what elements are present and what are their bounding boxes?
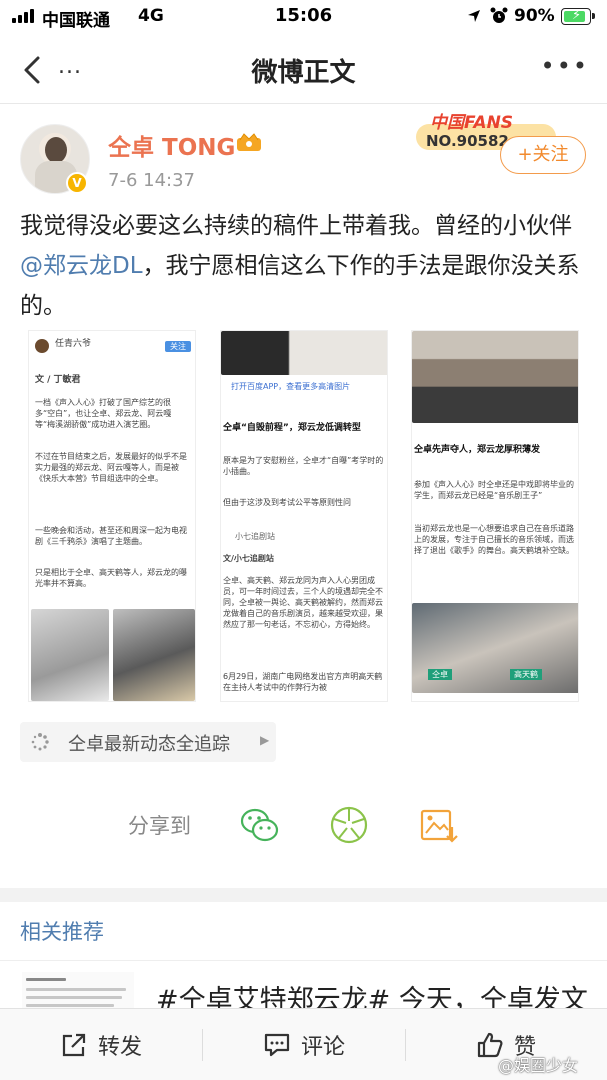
page-title: 微博正文	[251, 58, 356, 88]
chevron-right-icon: ▶	[260, 733, 270, 747]
repost-icon	[62, 1033, 86, 1057]
fans-badge-number: NO.90582	[426, 132, 509, 150]
article-para: 不过在节目结束之后，发展最好的似乎不是实力最强的郑云龙、阿云嘎等人，而是被《快乐…	[35, 452, 187, 483]
repost-label: 转发	[97, 1035, 142, 1060]
account-avatar	[35, 339, 49, 353]
caption-tag: 高天鹤	[510, 669, 542, 680]
repost-button[interactable]: 转发	[0, 1009, 202, 1080]
crown-icon	[237, 133, 261, 151]
article-para: 但由于这涉及到考试公平等原则性问	[223, 498, 351, 507]
fans-badge-title: 中国FANS	[430, 113, 514, 133]
article-para: 一档《声入人心》打破了国产综艺的很多“空白”，也让仝卓、郑云龙、阿云嘎等“梅溪湖…	[35, 398, 172, 429]
caption-tag: 仝卓	[428, 669, 452, 680]
author-name[interactable]: 仝卓 TONG	[108, 128, 235, 162]
watermark: @娱圈少女	[498, 1056, 579, 1075]
spinner-icon	[31, 733, 49, 751]
alarm-icon	[490, 7, 508, 23]
nav-bar: ... 微博正文 •••	[0, 34, 607, 104]
topic-label: 仝卓最新动态全追踪	[68, 734, 230, 755]
save-to-album-icon[interactable]	[416, 803, 460, 847]
article-photo	[31, 609, 109, 701]
comment-button[interactable]: 评论	[203, 1009, 405, 1080]
article-para: 参加《声入人心》时仝卓还是中戏即将毕业的学生，而郑云龙已经是“音乐剧王子”	[414, 480, 574, 500]
follow-button[interactable]: +关注	[500, 136, 586, 174]
divider	[0, 960, 607, 961]
comment-label: 评论	[300, 1035, 345, 1060]
options-menu-button[interactable]: •••	[541, 52, 589, 80]
mention-link[interactable]: @郑云龙DL	[20, 253, 143, 279]
account-name: 任青六爷	[55, 339, 92, 349]
section-divider	[0, 888, 607, 902]
article-heading: 仝卓“自毁前程”，郑云龙低调转型	[223, 423, 361, 433]
post-body: 我觉得没必要这么持续的稿件上带着我。曾经的小伙伴@郑云龙DL，我宁愿相信这么下作…	[20, 206, 590, 326]
status-bar: 中国联通 4G 15:06 90% ⚡	[0, 0, 607, 34]
battery-percent: 90%	[514, 6, 555, 26]
article-para: 仝卓、高天鹤、郑云龙同为声入人心男团成员，可一年时间过去，三个人的境遇却完全不同…	[223, 576, 383, 629]
share-label: 分享到	[128, 814, 191, 838]
verified-badge-icon: V	[66, 172, 88, 194]
location-arrow-icon	[468, 10, 480, 22]
topic-tag[interactable]: 仝卓最新动态全追踪 ▶	[20, 722, 276, 762]
article-photo	[113, 609, 195, 701]
related-title: 相关推荐	[20, 920, 104, 944]
account-follow: 关注	[165, 341, 191, 352]
baidu-app-banner: 打开百度APP，查看更多高清图片	[231, 382, 351, 391]
group-photo	[412, 331, 578, 423]
article-para: 一些晚会和活动，甚至还和周深一起为电视剧《三千鸦杀》演唱了主题曲。	[35, 526, 187, 546]
moments-icon[interactable]	[327, 803, 371, 847]
wechat-icon[interactable]	[238, 803, 282, 847]
article-byline: 文 / 丁敏君	[35, 375, 81, 385]
article-para: 原本是为了安慰粉丝，仝卓才“自曝”考学时的小插曲。	[223, 456, 384, 476]
post-timestamp: 7-6 14:37	[108, 170, 195, 191]
post-image-3[interactable]: 仝卓先声夺人，郑云龙厚积薄发 参加《声入人心》时仝卓还是中戏即将毕业的学生，而郑…	[411, 330, 579, 702]
battery-icon: ⚡	[561, 8, 595, 25]
article-photo	[221, 331, 387, 375]
post-image-2[interactable]: 打开百度APP，查看更多高清图片 仝卓“自毁前程”，郑云龙低调转型 原本是为了安…	[220, 330, 388, 702]
article-para: 只是相比于仝卓、高天鹤等人，郑云龙的曝光率并不算高。	[35, 568, 187, 588]
comment-icon	[264, 1033, 290, 1057]
source-account: 小七追剧站	[235, 532, 275, 541]
article-para: 当初郑云龙也是一心想要追求自己在音乐道路上的发展，专注于自己擅长的音乐领域，而选…	[414, 524, 574, 555]
post-text-part1: 我觉得没必要这么持续的稿件上带着我。曾经的小伙伴	[20, 213, 572, 239]
article-heading: 仝卓先声夺人，郑云龙厚积薄发	[414, 445, 541, 455]
post-image-1[interactable]: 任青六爷 关注 文 / 丁敏君 一档《声入人心》打破了国产综艺的很多“空白”，也…	[28, 330, 196, 702]
article-byline: 文/小七追剧站	[223, 554, 274, 563]
article-para: 6月29日，湖南广电网络发出官方声明高天鹤在主持人考试中的作弊行为被	[223, 672, 383, 692]
